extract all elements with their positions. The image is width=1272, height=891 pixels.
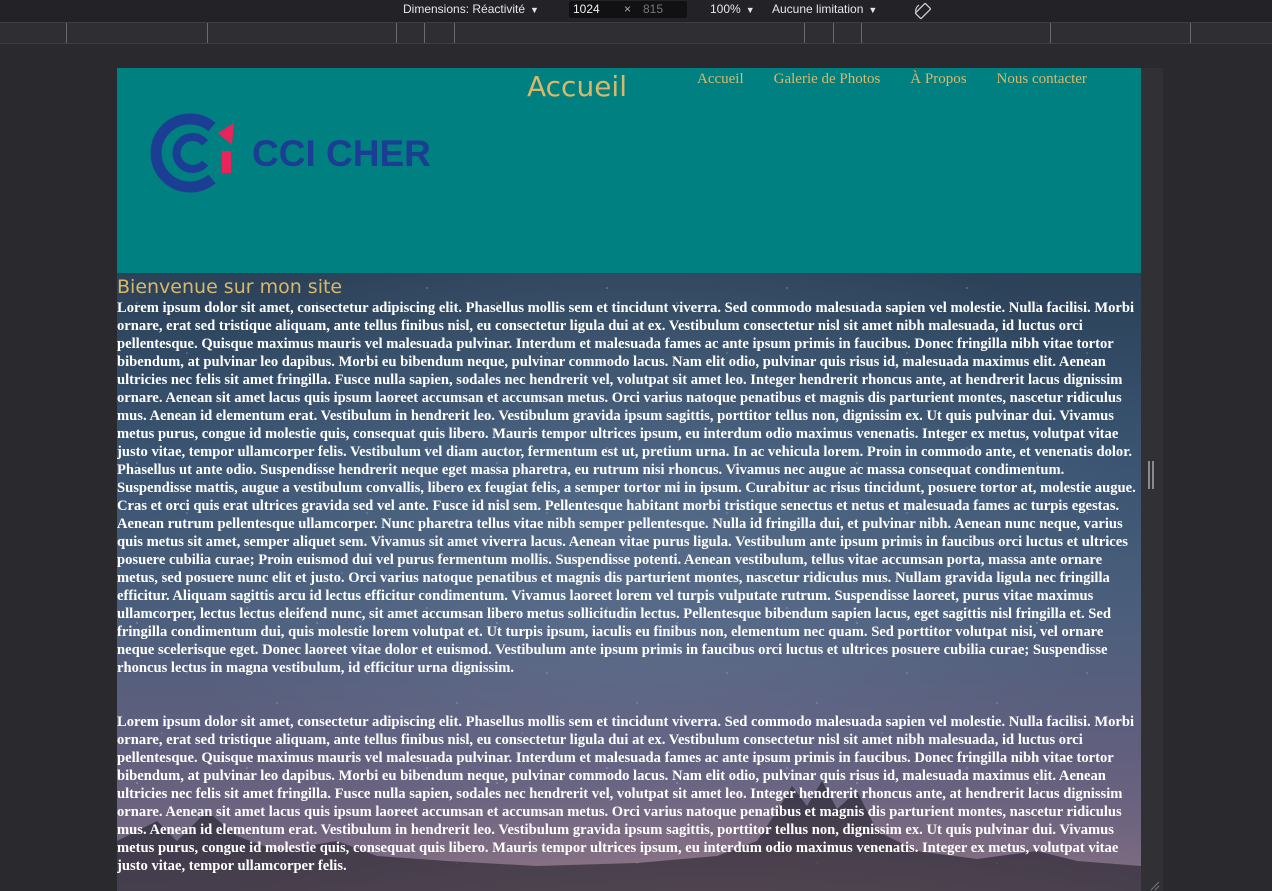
nav-link-accueil[interactable]: Accueil [697,70,744,88]
nav-link-galerie[interactable]: Galerie de Photos [774,70,881,88]
emulated-viewport: CCI CHER Accueil Accueil Galerie de Phot… [117,68,1163,891]
caret-down-icon: ▼ [868,5,878,15]
dimensions-dropdown[interactable]: Dimensions: Réactivité ▼ [403,0,539,22]
viewport-resize-handle[interactable] [1148,461,1154,489]
zoom-dropdown[interactable]: 100% ▼ [710,0,755,22]
times-symbol: × [624,2,632,16]
caret-down-icon: ▼ [745,5,755,15]
rotate-icon[interactable] [913,1,933,21]
throttling-dropdown[interactable]: Aucune limitation ▼ [772,0,877,22]
content-paragraph: Lorem ipsum dolor sit amet, consectetur … [117,714,1135,874]
logo-text: CCI CHER [252,133,431,174]
nav-link-contact[interactable]: Nous contacter [997,70,1087,88]
content-paragraph: Lorem ipsum dolor sit amet, consectetur … [117,300,1136,676]
nav-link-a-propos[interactable]: À Propos [910,70,966,88]
corner-resize-grip-icon[interactable] [1150,881,1160,891]
responsive-toolbar: Dimensions: Réactivité ▼ 1024 × 815 100% ▼… [0,0,1272,22]
viewport-height-input[interactable]: 815 [639,1,687,18]
caret-down-icon: ▼ [530,5,539,15]
throttling-label: Aucune limitation [772,2,864,16]
dimensions-label: Dimensions: Réactivité [403,2,526,16]
zoom-label: 100% [710,2,741,16]
main-content: Bienvenue sur mon site Lorem ipsum dolor… [117,273,1141,891]
web-page: CCI CHER Accueil Accueil Galerie de Phot… [117,68,1141,891]
media-query-ruler [0,22,1272,44]
main-nav: Accueil Galerie de Photos À Propos Nous … [697,70,1087,88]
welcome-heading: Bienvenue sur mon site [117,276,343,298]
page-title: Accueil [527,70,627,103]
site-header: CCI CHER Accueil Accueil Galerie de Phot… [117,68,1141,273]
viewport-width-input[interactable]: 1024 [569,1,646,18]
